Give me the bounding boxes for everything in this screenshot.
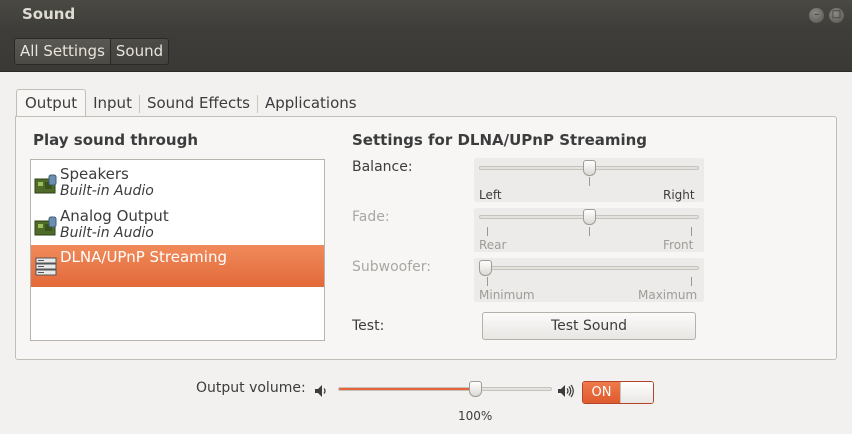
window-title: Sound (22, 5, 76, 23)
output-volume-slider-track[interactable] (338, 387, 552, 391)
play-sound-heading: Play sound through (33, 131, 198, 149)
tab-output[interactable]: Output (16, 89, 87, 118)
sound-card-icon (34, 174, 57, 194)
maximize-icon[interactable]: □ (829, 8, 844, 23)
device-list: Speakers Built-in Audio Analog Output Bu… (30, 159, 325, 341)
volume-high-icon (558, 384, 574, 398)
subwoofer-tick (691, 277, 692, 286)
toggle-on-label: ON (583, 382, 620, 403)
balance-right-label: Right (663, 188, 695, 202)
device-name: Analog Output (60, 207, 169, 225)
balance-center-tick (589, 177, 590, 186)
output-volume-slider-thumb[interactable] (468, 381, 482, 397)
device-name: Speakers (60, 165, 129, 183)
settings-heading: Settings for DLNA/UPnP Streaming (352, 131, 648, 149)
list-item-dlna-upnp-streaming[interactable]: DLNA/UPnP Streaming (31, 245, 324, 287)
fade-tick (487, 227, 488, 236)
test-label: Test: (352, 318, 385, 334)
tab-applications[interactable]: Applications (258, 89, 364, 117)
tab-input[interactable]: Input (86, 89, 139, 117)
device-subtitle: Built-in Audio (60, 183, 154, 199)
network-server-icon (35, 257, 57, 276)
title-bar: Sound – □ (0, 0, 852, 30)
sound-card-icon (34, 216, 57, 236)
breadcrumb-all-settings[interactable]: All Settings (15, 39, 111, 64)
subwoofer-maximum-label: Maximum (638, 288, 698, 302)
device-name: DLNA/UPnP Streaming (60, 248, 227, 266)
balance-left-label: Left (479, 188, 502, 202)
output-volume-percent: 100% (458, 409, 493, 423)
subwoofer-slider-track[interactable] (479, 266, 699, 270)
device-subtitle: Built-in Audio (60, 225, 154, 241)
volume-low-icon (315, 385, 326, 397)
breadcrumb-sound[interactable]: Sound (110, 39, 169, 64)
subwoofer-minimum-label: Minimum (479, 288, 535, 302)
mute-toggle-switch[interactable]: ON (582, 381, 654, 404)
fade-label: Fade: (352, 209, 390, 225)
breadcrumb: All Settings Sound (14, 38, 170, 65)
subwoofer-label: Subwoofer: (352, 259, 431, 275)
fade-slider-thumb[interactable] (582, 209, 596, 225)
list-item-speakers[interactable]: Speakers Built-in Audio (31, 162, 324, 204)
balance-label: Balance: (352, 159, 413, 175)
fade-front-label: Front (663, 238, 694, 252)
output-volume-label: Output volume: (196, 380, 306, 396)
test-sound-button[interactable]: Test Sound (482, 312, 696, 340)
tab-sound-effects[interactable]: Sound Effects (140, 89, 257, 117)
fade-tick (691, 227, 692, 236)
tab-bar: Output Input Sound Effects Applications (16, 89, 364, 118)
balance-slider-thumb[interactable] (582, 160, 596, 176)
output-volume-fill (339, 388, 475, 390)
toggle-knob (620, 382, 653, 403)
fade-rear-label: Rear (479, 238, 507, 252)
toolbar: All Settings Sound (0, 30, 852, 72)
fade-center-tick (589, 227, 590, 236)
subwoofer-tick (487, 277, 488, 286)
list-item-analog-output[interactable]: Analog Output Built-in Audio (31, 204, 324, 246)
minimize-icon[interactable]: – (809, 8, 824, 23)
subwoofer-slider-thumb[interactable] (479, 260, 492, 276)
